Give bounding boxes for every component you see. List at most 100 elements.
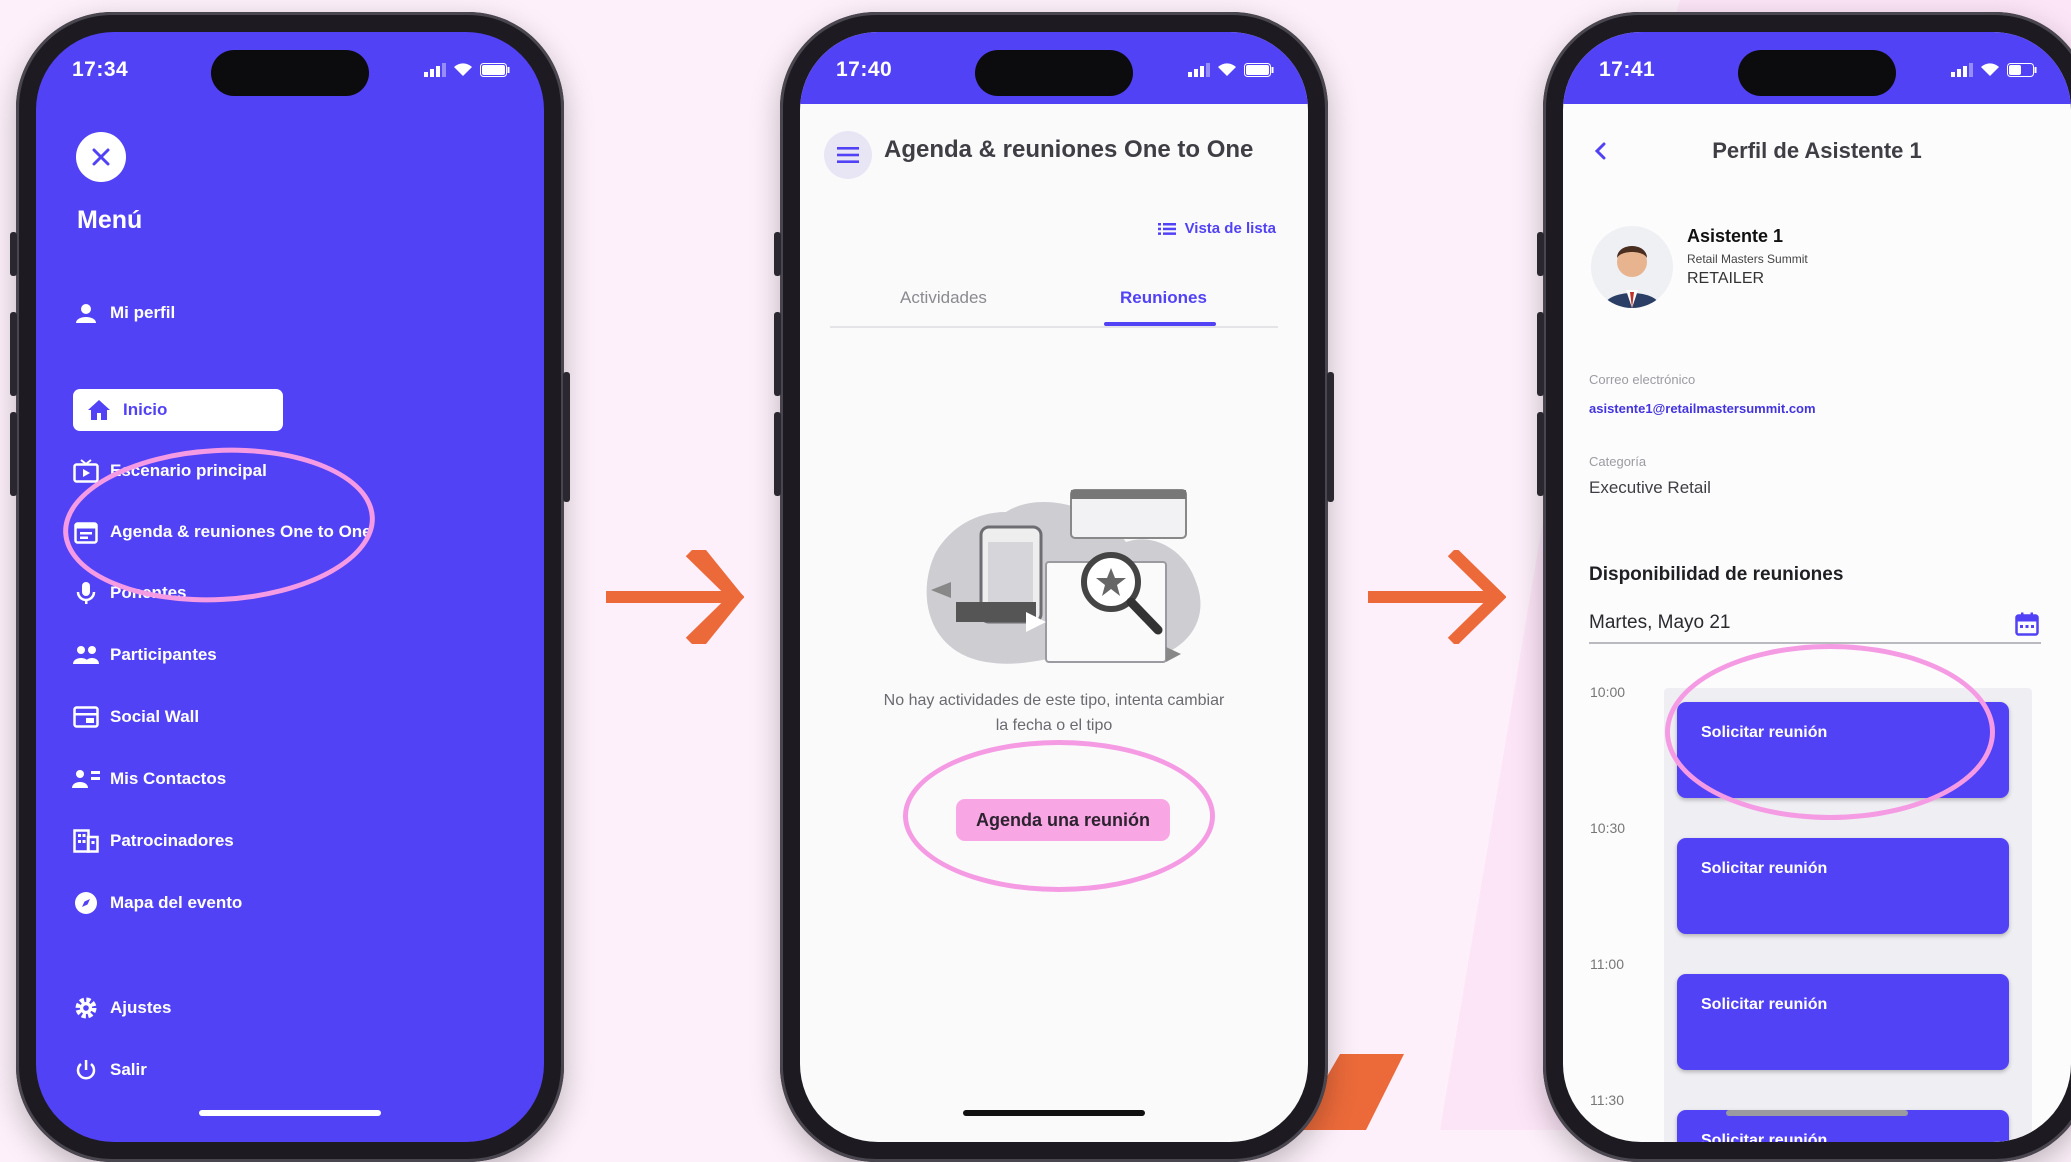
battery-icon	[480, 62, 510, 77]
request-meeting-button[interactable]: Solicitar reunión	[1677, 974, 2009, 1070]
request-meeting-label: Solicitar reunión	[1701, 996, 1828, 1013]
hamburger-icon	[837, 147, 859, 163]
availability-title: Disponibilidad de reuniones	[1589, 564, 1844, 585]
empty-state-message: No hay actividades de este tipo, intenta…	[840, 688, 1268, 738]
agenda-screen: 17:40 Agenda & reuniones One to One Vist…	[800, 32, 1308, 1142]
menu-item-patrocinadores[interactable]: Patrocinadores	[72, 822, 234, 860]
battery-icon	[1244, 62, 1274, 77]
menu-item-label: Mis Contactos	[110, 769, 227, 788]
signal-icon	[424, 62, 446, 77]
date-value: Martes, Mayo 21	[1589, 612, 1731, 633]
menu-item-inicio[interactable]: Inicio	[73, 389, 283, 431]
attendee-role: RETAILER	[1687, 270, 1765, 287]
menu-item-label: Social Wall	[110, 707, 200, 726]
view-list-toggle[interactable]: Vista de lista	[1157, 220, 1276, 237]
empty-state-illustration	[926, 489, 1201, 664]
menu-item-social-wall[interactable]: Social Wall	[72, 698, 199, 736]
home-indicator	[199, 1110, 381, 1116]
avatar-person-icon	[1603, 246, 1661, 308]
menu-item-mi-perfil[interactable]: Mi perfil	[72, 294, 175, 332]
microphone-icon	[76, 582, 96, 604]
status-bar: 17:40	[800, 58, 1308, 88]
phone-profile: 17:41 Perfil de Asistente 1 Asistente 1 …	[1537, 12, 2071, 1162]
compass-icon	[75, 892, 97, 914]
contacts-icon	[72, 770, 100, 788]
calendar-icon	[74, 522, 98, 544]
power-icon	[76, 1060, 96, 1080]
home-indicator	[1726, 1110, 1908, 1116]
menu-item-label: Mi perfil	[110, 303, 176, 322]
menu-item-mapa[interactable]: Mapa del evento	[72, 884, 242, 922]
wifi-icon	[1981, 63, 1999, 76]
status-bar: 17:41	[1563, 58, 2071, 88]
time-label: 11:30	[1590, 1092, 1624, 1108]
menu-item-label: Mapa del evento	[110, 893, 243, 912]
menu-item-label: Ponentes	[110, 583, 187, 602]
gear-icon	[75, 997, 97, 1019]
menu-title: Menú	[77, 206, 143, 234]
close-icon	[92, 148, 110, 166]
schedule-meeting-button[interactable]: Agenda una reunión	[956, 799, 1170, 841]
calendar-icon[interactable]	[2015, 612, 2039, 636]
menu-item-label: Participantes	[110, 645, 217, 664]
page-title: Perfil de Asistente 1	[1712, 138, 1922, 163]
attendee-organization: Retail Masters Summit	[1687, 252, 1808, 266]
phone-agenda: 17:40 Agenda & reuniones One to One Vist…	[774, 12, 1334, 1162]
menu-item-ajustes[interactable]: Ajustes	[72, 989, 171, 1027]
wall-icon	[73, 706, 99, 728]
menu-item-label: Salir	[110, 1060, 147, 1079]
signal-icon	[1951, 62, 1973, 77]
menu-item-salir[interactable]: Salir	[72, 1051, 147, 1089]
menu-item-label: Patrocinadores	[110, 831, 234, 850]
menu-item-label: Agenda & reuniones One to One	[110, 522, 372, 541]
status-time: 17:34	[72, 58, 129, 81]
menu-item-agenda[interactable]: Agenda & reuniones One to One	[72, 513, 372, 551]
building-icon	[73, 829, 99, 853]
empty-message-line-2: la fecha o el tipo	[995, 717, 1113, 734]
request-meeting-label: Solicitar reunión	[1701, 860, 1828, 877]
email-link[interactable]: asistente1@retailmastersummit.com	[1589, 401, 1816, 416]
list-icon	[1157, 222, 1176, 235]
menu-item-label: Escenario principal	[110, 461, 267, 480]
status-time: 17:41	[1599, 58, 1656, 81]
signal-icon	[1188, 62, 1210, 77]
status-bar: 17:34	[36, 58, 544, 88]
person-icon	[76, 304, 96, 323]
phone-menu: 17:34 Menú Mi perfil Inicio Escenario pr…	[10, 12, 570, 1162]
tab-indicator	[1104, 322, 1216, 326]
date-picker[interactable]: Martes, Mayo 21	[1589, 604, 2041, 644]
battery-icon	[2007, 62, 2037, 77]
time-label: 11:00	[1590, 956, 1624, 972]
menu-item-label: Inicio	[123, 400, 168, 419]
page-title: Agenda & reuniones One to One	[884, 136, 1254, 163]
request-meeting-label: Solicitar reunión	[1701, 1132, 1828, 1142]
arrow-right-icon	[606, 550, 744, 644]
arrow-right-icon	[1368, 550, 1506, 644]
time-label: 10:30	[1590, 820, 1626, 836]
request-meeting-button[interactable]: Solicitar reunión	[1677, 838, 2009, 934]
profile-screen: 17:41 Perfil de Asistente 1 Asistente 1 …	[1563, 32, 2071, 1142]
request-meeting-label: Solicitar reunión	[1701, 724, 1828, 741]
empty-message-line-1: No hay actividades de este tipo, intenta…	[883, 692, 1225, 709]
category-value: Executive Retail	[1589, 478, 1711, 497]
menu-item-escenario[interactable]: Escenario principal	[72, 452, 267, 490]
menu-item-ponentes[interactable]: Ponentes	[72, 574, 187, 612]
menu-item-mis-contactos[interactable]: Mis Contactos	[72, 760, 226, 798]
menu-item-label: Ajustes	[110, 998, 172, 1017]
email-label: Correo electrónico	[1589, 372, 1696, 387]
people-icon	[73, 646, 99, 664]
menu-screen: 17:34 Menú Mi perfil Inicio Escenario pr…	[36, 32, 544, 1142]
tab-bar: Actividades Reuniones	[830, 282, 1278, 328]
tab-actividades[interactable]: Actividades	[900, 288, 987, 308]
home-icon	[88, 400, 110, 420]
tab-reuniones[interactable]: Reuniones	[1120, 288, 1207, 308]
menu-button[interactable]	[824, 131, 872, 179]
close-button[interactable]	[76, 132, 126, 182]
attendee-name: Asistente 1	[1687, 226, 1784, 246]
home-indicator	[963, 1110, 1145, 1116]
tv-icon	[73, 459, 99, 483]
wifi-icon	[1218, 63, 1236, 76]
time-label: 10:00	[1590, 684, 1626, 700]
menu-item-participantes[interactable]: Participantes	[72, 636, 217, 674]
request-meeting-button[interactable]: Solicitar reunión	[1677, 702, 2009, 798]
